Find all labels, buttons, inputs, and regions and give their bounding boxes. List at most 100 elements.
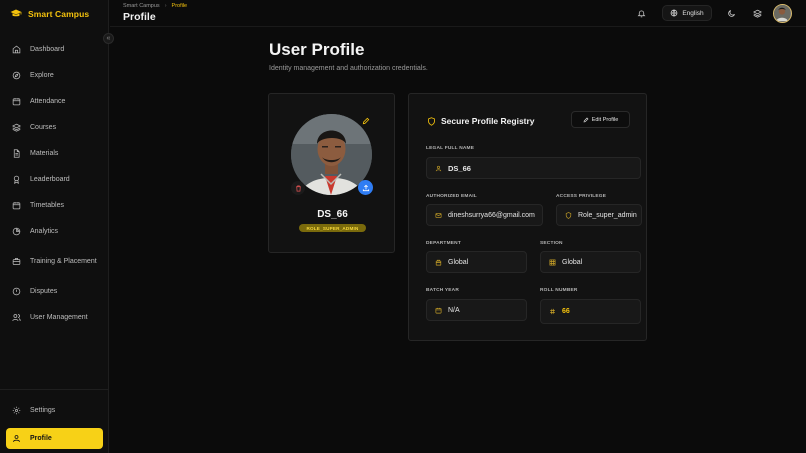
theme-toggle-button[interactable] bbox=[722, 5, 740, 21]
gear-icon bbox=[12, 406, 21, 414]
sidebar-item-profile[interactable]: Profile bbox=[6, 428, 103, 449]
calendar-icon bbox=[12, 97, 21, 105]
brand-name: Smart Campus bbox=[28, 9, 90, 19]
sidebar-bottom-nav: Settings Profile bbox=[6, 397, 103, 449]
upload-photo-button[interactable] bbox=[358, 180, 373, 195]
profile-subtitle: Identity management and authorization cr… bbox=[269, 65, 428, 72]
sidebar-item-materials[interactable]: Materials bbox=[6, 140, 103, 166]
alert-icon bbox=[12, 287, 21, 295]
layers-icon bbox=[752, 9, 762, 18]
user-icon bbox=[435, 165, 442, 171]
department-field[interactable]: Global bbox=[426, 251, 527, 273]
sidebar-item-user-management[interactable]: User Management bbox=[6, 304, 103, 330]
profile-username: DS_66 bbox=[317, 209, 348, 220]
breadcrumb-separator: › bbox=[164, 3, 167, 9]
sidebar-item-disputes[interactable]: Disputes bbox=[6, 278, 103, 304]
pie-chart-icon bbox=[12, 227, 21, 235]
sidebar-item-leaderboard[interactable]: Leaderboard bbox=[6, 166, 103, 192]
edit-profile-label: Edit Profile bbox=[591, 116, 619, 123]
language-selector[interactable]: English bbox=[662, 5, 712, 21]
sidebar-item-explore[interactable]: Explore bbox=[6, 62, 103, 88]
sidebar-item-label: Profile bbox=[30, 435, 52, 442]
sidebar-item-timetables[interactable]: Timetables bbox=[6, 192, 103, 218]
access-value: Role_super_admin bbox=[578, 211, 637, 219]
breadcrumb-root[interactable]: Smart Campus bbox=[123, 3, 160, 9]
layers-icon bbox=[12, 123, 21, 132]
sidebar-item-label: Dashboard bbox=[30, 45, 65, 53]
section-label: SECTION bbox=[540, 241, 563, 246]
sidebar-item-label: Training & Placement bbox=[30, 257, 97, 265]
sidebar-item-label: Timetables bbox=[30, 201, 64, 209]
access-field[interactable]: Role_super_admin bbox=[556, 204, 642, 226]
email-value: dineshsurrya66@gmail.com bbox=[448, 211, 535, 219]
email-label: AUTHORIZED EMAIL bbox=[426, 194, 477, 199]
building-icon bbox=[435, 259, 442, 265]
trash-icon bbox=[295, 185, 301, 191]
edit-profile-button[interactable]: Edit Profile bbox=[571, 111, 630, 128]
brand[interactable]: Smart Campus bbox=[10, 8, 89, 20]
sidebar-item-settings[interactable]: Settings bbox=[6, 397, 103, 423]
page-title: Profile bbox=[123, 11, 156, 23]
profile-registry-card: Secure Profile Registry Edit Profile LEG… bbox=[408, 93, 647, 341]
sidebar: Smart Campus Dashboard Explore Attendanc… bbox=[0, 0, 109, 453]
edit-photo-button[interactable] bbox=[360, 115, 372, 127]
sidebar-item-dashboard[interactable]: Dashboard bbox=[6, 36, 103, 62]
mail-icon bbox=[435, 212, 442, 218]
hash-icon bbox=[550, 308, 555, 315]
language-label: English bbox=[682, 9, 704, 17]
file-icon bbox=[13, 148, 20, 158]
legal-name-field[interactable]: DS_66 bbox=[426, 157, 641, 179]
layers-button[interactable] bbox=[748, 5, 766, 21]
pencil-icon bbox=[583, 117, 589, 122]
sidebar-item-training-placement[interactable]: Training & Placement bbox=[6, 244, 103, 278]
shield-icon bbox=[428, 116, 435, 126]
sidebar-item-label: Analytics bbox=[30, 227, 59, 235]
sidebar-item-label: Materials bbox=[30, 149, 59, 157]
user-avatar[interactable] bbox=[773, 4, 792, 23]
upload-icon bbox=[362, 184, 369, 191]
section-value: Global bbox=[562, 258, 583, 266]
legal-name-label: LEGAL FULL NAME bbox=[426, 146, 475, 151]
role-badge: ROLE_SUPER_ADMIN bbox=[299, 224, 366, 232]
access-label: ACCESS PRIVILEGE bbox=[556, 194, 607, 199]
roll-number-field[interactable]: 66 bbox=[540, 299, 641, 324]
breadcrumb-current: Profile bbox=[171, 3, 188, 9]
top-header: Smart Campus › Profile Profile English bbox=[110, 0, 806, 27]
section-field[interactable]: Global bbox=[540, 251, 641, 273]
sidebar-item-analytics[interactable]: Analytics bbox=[6, 218, 103, 244]
sidebar-item-label: Courses bbox=[30, 123, 57, 131]
delete-photo-button[interactable] bbox=[291, 181, 305, 195]
calendar-icon bbox=[435, 307, 442, 313]
pencil-icon bbox=[362, 117, 370, 125]
briefcase-icon bbox=[12, 257, 21, 265]
notifications-button[interactable] bbox=[632, 5, 650, 21]
registry-title-text: Secure Profile Registry bbox=[441, 116, 535, 126]
grid-icon bbox=[549, 259, 556, 265]
sidebar-nav: Dashboard Explore Attendance Courses Mat… bbox=[6, 36, 103, 330]
batch-year-field[interactable]: N/A bbox=[426, 299, 527, 321]
bell-icon bbox=[637, 10, 645, 17]
email-field[interactable]: dineshsurrya66@gmail.com bbox=[426, 204, 543, 226]
users-icon bbox=[12, 313, 21, 321]
profile-summary-card: DS_66 ROLE_SUPER_ADMIN bbox=[268, 93, 395, 253]
user-icon bbox=[13, 435, 20, 443]
calendar-icon bbox=[12, 201, 21, 209]
sidebar-item-label: Disputes bbox=[30, 287, 58, 295]
registry-title: Secure Profile Registry bbox=[427, 116, 535, 126]
sidebar-item-courses[interactable]: Courses bbox=[6, 114, 103, 140]
breadcrumb: Smart Campus › Profile bbox=[123, 3, 187, 9]
sidebar-item-label: Explore bbox=[30, 71, 54, 79]
department-label: DEPARTMENT bbox=[426, 241, 461, 246]
batch-year-value: N/A bbox=[448, 306, 460, 314]
shield-icon bbox=[565, 211, 572, 219]
legal-name-value: DS_66 bbox=[448, 163, 471, 173]
globe-icon bbox=[670, 9, 678, 17]
roll-number-value: 66 bbox=[562, 308, 570, 315]
batch-year-label: BATCH YEAR bbox=[426, 288, 460, 293]
collapse-sidebar-button[interactable]: « bbox=[103, 33, 114, 44]
sidebar-item-label: Leaderboard bbox=[30, 175, 70, 183]
profile-heading: User Profile bbox=[269, 40, 365, 59]
sidebar-item-attendance[interactable]: Attendance bbox=[6, 88, 103, 114]
compass-icon bbox=[12, 71, 21, 79]
sidebar-item-label: Attendance bbox=[30, 97, 66, 105]
